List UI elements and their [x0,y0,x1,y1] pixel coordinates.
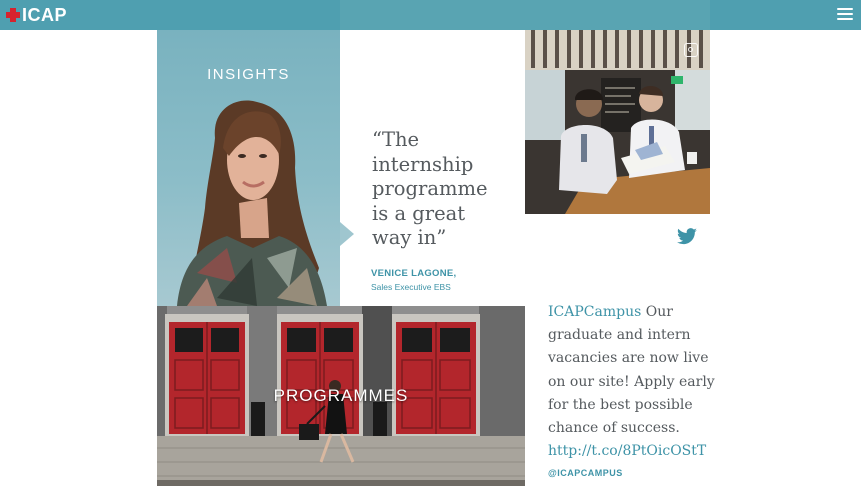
quote-line: programme [372,177,488,201]
insights-heading: INSIGHTS [207,66,290,83]
tweet-line: ICAPCampus Our [548,304,673,320]
hamburger-menu-icon[interactable] [837,8,853,21]
header-center-strip [340,0,710,30]
portrait-photo [177,100,327,306]
office-meeting-photo [525,30,710,214]
icap-logo-mark-icon [6,8,20,22]
quote-pointer-arrow [340,222,354,246]
logo-text: ICAP [22,4,68,25]
twitter-bird-icon[interactable] [676,228,698,246]
instagram-icon[interactable] [684,43,698,57]
icap-logo[interactable]: ICAP [6,4,67,26]
tweet-line: on our site! Apply early [548,373,715,390]
programmes-heading: PROGRAMMES [273,386,409,405]
tweet-line: chance of success. [548,420,680,437]
twitter-handle-link[interactable]: @ICAPCAMPUS [548,468,623,478]
insights-panel[interactable]: INSIGHTS [157,30,340,306]
testimonial-quote: “The internship programme is a great way… [372,128,522,251]
quote-author-role: Sales Executive EBS [371,282,451,292]
tweet-line: graduate and intern [548,327,691,344]
tweet-line: vacancies are now live [548,350,709,367]
programmes-panel[interactable]: PROGRAMMES [157,306,525,486]
top-navigation-bar: ICAP [0,0,861,30]
instagram-photo[interactable] [525,30,710,214]
tweet-line: for the best possible [548,396,693,413]
tweet-text: ICAPCampus Our graduate and intern vacan… [548,301,718,463]
quote-line: is a great [372,201,466,225]
quote-author-name: VENICE LAGONE, [371,268,457,279]
quote-line: “The [372,128,420,151]
tweet-url-link[interactable]: http://t.co/8PtOicOStT [548,440,718,463]
quote-line: way in” [372,226,447,250]
quote-line: internship [372,152,474,176]
tweet-account-link[interactable]: ICAPCampus [548,304,641,320]
